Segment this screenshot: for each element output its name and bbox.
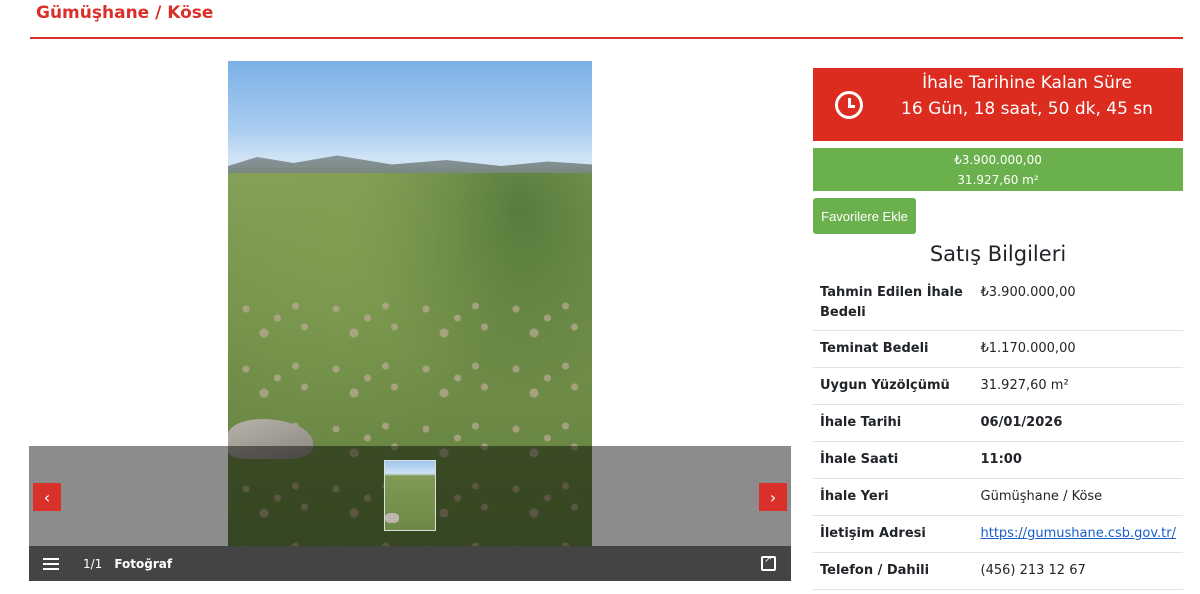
countdown-box: İhale Tarihine Kalan Süre 16 Gün, 18 saa… bbox=[813, 68, 1183, 141]
table-row: İhale Saati 11:00 bbox=[813, 440, 1183, 478]
sale-info-title: Satış Bilgileri bbox=[929, 242, 1067, 266]
row-value: https://gumushane.csb.gov.tr/ bbox=[973, 514, 1183, 552]
thumbnail-strip bbox=[29, 446, 791, 546]
row-label: Uygun Yüzölçümü bbox=[813, 366, 974, 404]
table-row: İhale Tarihi 06/01/2026 bbox=[813, 403, 1183, 441]
sale-info-table: Tahmin Edilen İhale Bedeli ₺3.900.000,00… bbox=[813, 275, 1183, 590]
summary-area: 31.927,60 m² bbox=[957, 173, 1039, 187]
page-title: Gümüşhane / Köse bbox=[36, 3, 214, 23]
contact-address-link[interactable]: https://gumushane.csb.gov.tr/ bbox=[981, 526, 1177, 541]
gallery-prev-button[interactable]: ‹ bbox=[33, 483, 61, 511]
auction-date-value: 06/01/2026 bbox=[973, 403, 1183, 441]
add-favorite-button[interactable]: Favorilere Ekle bbox=[813, 198, 916, 234]
chevron-left-icon: ‹ bbox=[43, 487, 51, 507]
table-row: İhale Yeri Gümüşhane / Köse bbox=[813, 477, 1183, 515]
row-label: İletişim Adresi bbox=[813, 514, 974, 552]
title-divider bbox=[30, 37, 1183, 39]
photo-label: Fotoğraf bbox=[114, 556, 173, 571]
countdown-value: 16 Gün, 18 saat, 50 dk, 45 sn bbox=[901, 99, 1153, 119]
row-label: Teminat Bedeli bbox=[813, 329, 974, 367]
fullscreen-icon[interactable] bbox=[761, 554, 776, 571]
price-summary: ₺3.900.000,00 31.927,60 m² bbox=[813, 148, 1183, 191]
countdown-title: İhale Tarihine Kalan Süre bbox=[922, 73, 1132, 93]
thumbnail-1[interactable] bbox=[384, 460, 436, 531]
table-row: Tahmin Edilen İhale Bedeli ₺3.900.000,00 bbox=[813, 275, 1183, 330]
gallery-next-button[interactable]: › bbox=[759, 483, 787, 511]
photo-counter: 1/1 bbox=[83, 556, 103, 571]
table-row: Uygun Yüzölçümü 31.927,60 m² bbox=[813, 366, 1183, 404]
row-value: ₺1.170.000,00 bbox=[973, 329, 1183, 367]
gallery-toolbar: 1/1 Fotoğraf bbox=[29, 546, 791, 581]
chevron-right-icon: › bbox=[769, 487, 777, 507]
photo-gallery: ‹ › 1/1 Fotoğraf bbox=[29, 61, 791, 581]
summary-price: ₺3.900.000,00 bbox=[954, 153, 1042, 167]
table-row: İletişim Adresi https://gumushane.csb.go… bbox=[813, 514, 1183, 552]
auction-time-value: 11:00 bbox=[973, 440, 1183, 478]
row-label: İhale Saati bbox=[813, 440, 974, 478]
row-label: İhale Tarihi bbox=[813, 403, 974, 441]
table-row: Telefon / Dahili (456) 213 12 67 bbox=[813, 551, 1183, 590]
row-label: Telefon / Dahili bbox=[813, 551, 974, 590]
row-label: Tahmin Edilen İhale Bedeli bbox=[820, 285, 963, 320]
table-row: Teminat Bedeli ₺1.170.000,00 bbox=[813, 329, 1183, 367]
list-icon[interactable] bbox=[43, 557, 59, 570]
row-value: 31.927,60 m² bbox=[973, 366, 1183, 404]
row-value: (456) 213 12 67 bbox=[973, 551, 1183, 590]
row-value: ₺3.900.000,00 bbox=[980, 285, 1076, 300]
row-label: İhale Yeri bbox=[813, 477, 974, 515]
row-value: Gümüşhane / Köse bbox=[973, 477, 1183, 515]
